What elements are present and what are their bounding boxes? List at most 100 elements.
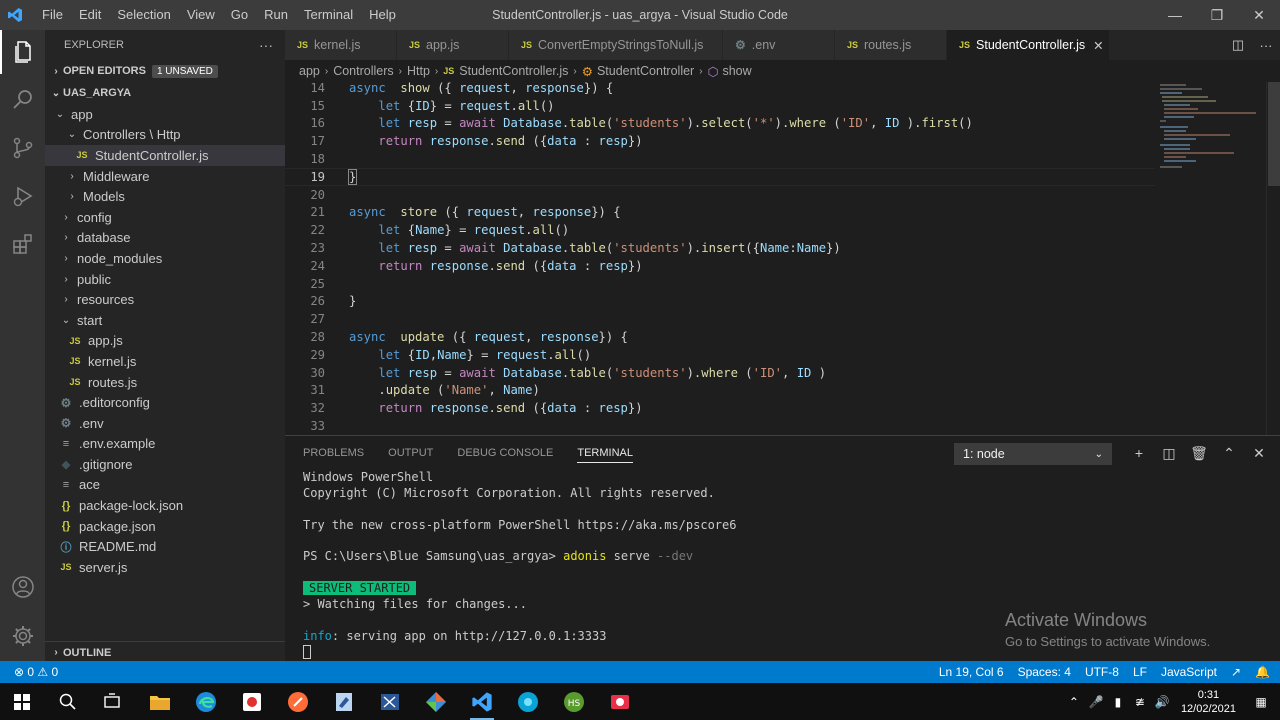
edge-dev-icon[interactable] [513, 687, 543, 717]
tree-file-kernel-js[interactable]: JS kernel.js [45, 351, 285, 372]
snipping-tool-icon[interactable] [375, 687, 405, 717]
terminal-select[interactable]: 1: node ⌄ [954, 443, 1112, 465]
edge-browser-icon[interactable] [191, 687, 221, 717]
tab-debug-console[interactable]: DEBUG CONSOLE [457, 436, 553, 470]
menu-file[interactable]: File [34, 0, 71, 30]
more-actions-icon[interactable]: ··· [259, 37, 273, 53]
tab-env[interactable]: ⚙ .env [723, 30, 835, 60]
tree-file-env-example[interactable]: ≡ .env.example [45, 434, 285, 455]
text-editor-icon[interactable] [329, 687, 359, 717]
tree-folder-node-modules[interactable]: › node_modules [45, 248, 285, 269]
tree-folder-database[interactable]: › database [45, 228, 285, 249]
tab-studentcontroller[interactable]: JS StudentController.js ✕ [947, 30, 1110, 60]
photo-app-icon[interactable] [237, 687, 267, 717]
tree-folder-models[interactable]: › Models [45, 186, 285, 207]
breadcrumb-item[interactable]: app [299, 64, 320, 78]
project-section[interactable]: ⌄ UAS_ARGYA [45, 82, 285, 104]
scrollbar-thumb[interactable] [1268, 82, 1280, 186]
menu-view[interactable]: View [179, 0, 223, 30]
breadcrumb-method[interactable]: show [722, 64, 751, 78]
breadcrumb-class[interactable]: StudentController [597, 64, 694, 78]
new-terminal-icon[interactable]: + [1124, 445, 1154, 461]
screen-recorder-icon[interactable] [605, 687, 635, 717]
open-editors-section[interactable]: › OPEN EDITORS 1 UNSAVED [45, 60, 285, 82]
git-tool-icon[interactable] [421, 687, 451, 717]
restore-icon[interactable]: ❐ [1196, 0, 1238, 30]
tab-routes-js[interactable]: JS routes.js [835, 30, 947, 60]
run-debug-icon[interactable] [0, 174, 45, 218]
tab-app-js[interactable]: JS app.js [397, 30, 509, 60]
tab-output[interactable]: OUTPUT [388, 436, 433, 470]
postman-icon[interactable] [283, 687, 313, 717]
search-icon[interactable] [0, 78, 45, 122]
tree-file-env[interactable]: ⚙ .env [45, 413, 285, 434]
tree-file-studentcontroller[interactable]: JS StudentController.js [45, 145, 285, 166]
code-editor[interactable]: 14 async show ({ request, response}) { 15… [285, 82, 1280, 435]
tree-folder-public[interactable]: › public [45, 269, 285, 290]
search-icon[interactable] [53, 687, 83, 717]
outline-section[interactable]: › OUTLINE [45, 641, 285, 663]
close-panel-icon[interactable]: ✕ [1244, 445, 1274, 462]
menu-selection[interactable]: Selection [109, 0, 178, 30]
tree-file-app-js[interactable]: JS app.js [45, 331, 285, 352]
wifi-icon[interactable]: ≇ [1129, 695, 1151, 709]
vscode-taskbar-icon[interactable] [467, 687, 497, 720]
tree-file-gitignore[interactable]: ◆ .gitignore [45, 454, 285, 475]
live-share-icon[interactable]: ↗ [1231, 665, 1241, 679]
tree-folder-resources[interactable]: › resources [45, 289, 285, 310]
tree-file-server-js[interactable]: JS server.js [45, 557, 285, 578]
language-mode[interactable]: JavaScript [1161, 665, 1217, 679]
breadcrumb-item[interactable]: Http [407, 64, 430, 78]
close-tab-icon[interactable]: ✕ [1093, 38, 1103, 53]
task-view-icon[interactable] [97, 687, 127, 717]
tree-file-editorconfig[interactable]: ⚙ .editorconfig [45, 392, 285, 413]
more-actions-icon[interactable]: ··· [1252, 38, 1280, 53]
problems-status[interactable]: ⊗ 0 ⚠ 0 [14, 665, 58, 679]
heidisql-icon[interactable]: HS [559, 687, 589, 717]
chevron-up-icon[interactable]: ⌃ [1214, 445, 1244, 462]
extensions-icon[interactable] [0, 222, 45, 266]
tray-expand-icon[interactable]: ⌃ [1063, 695, 1085, 709]
settings-gear-icon[interactable] [0, 614, 45, 658]
menu-run[interactable]: Run [256, 0, 296, 30]
explorer-icon[interactable] [0, 30, 45, 74]
clock[interactable]: 0:31 12/02/2021 [1181, 688, 1236, 716]
split-editor-icon[interactable]: ◫ [1224, 37, 1252, 53]
breadcrumb-item[interactable]: Controllers [333, 64, 393, 78]
indentation[interactable]: Spaces: 4 [1018, 665, 1071, 679]
tab-kernel-js[interactable]: JS kernel.js [285, 30, 397, 60]
tree-folder-app[interactable]: ⌄ app [45, 104, 285, 125]
microphone-icon[interactable]: 🎤 [1085, 695, 1107, 709]
volume-icon[interactable]: 🔊 [1151, 695, 1173, 709]
editor-scrollbar[interactable] [1266, 82, 1280, 435]
tree-folder-middleware[interactable]: › Middleware [45, 166, 285, 187]
menu-go[interactable]: Go [223, 0, 256, 30]
action-center-icon[interactable]: ▦ [1250, 695, 1272, 709]
tree-folder-start[interactable]: ⌄ start [45, 310, 285, 331]
close-window-icon[interactable]: ✕ [1238, 0, 1280, 30]
cursor-position[interactable]: Ln 19, Col 6 [939, 665, 1004, 679]
file-explorer-icon[interactable] [145, 687, 175, 717]
windows-start-icon[interactable] [7, 687, 37, 717]
end-of-line[interactable]: LF [1133, 665, 1147, 679]
battery-icon[interactable]: ▮ [1107, 695, 1129, 709]
encoding[interactable]: UTF-8 [1085, 665, 1119, 679]
tree-folder-controllers-http[interactable]: ⌄ Controllers \ Http [45, 125, 285, 146]
tree-file-ace[interactable]: ≡ ace [45, 475, 285, 496]
account-icon[interactable] [0, 565, 45, 609]
source-control-icon[interactable] [0, 126, 45, 170]
tree-folder-config[interactable]: › config [45, 207, 285, 228]
tab-terminal[interactable]: TERMINAL [577, 436, 633, 470]
menu-help[interactable]: Help [361, 0, 404, 30]
tree-file-routes-js[interactable]: JS routes.js [45, 372, 285, 393]
tree-file-package[interactable]: {} package.json [45, 516, 285, 537]
minimize-icon[interactable]: — [1154, 0, 1196, 30]
split-terminal-icon[interactable]: ◫ [1154, 445, 1184, 462]
menu-edit[interactable]: Edit [71, 0, 109, 30]
tree-file-package-lock[interactable]: {} package-lock.json [45, 495, 285, 516]
notifications-bell-icon[interactable]: 🔔 [1255, 665, 1270, 679]
tab-problems[interactable]: PROBLEMS [303, 436, 364, 470]
tree-file-readme[interactable]: ⓘ README.md [45, 536, 285, 557]
breadcrumb-file[interactable]: StudentController.js [459, 64, 568, 78]
trash-icon[interactable]: 🗑 [1184, 445, 1214, 462]
